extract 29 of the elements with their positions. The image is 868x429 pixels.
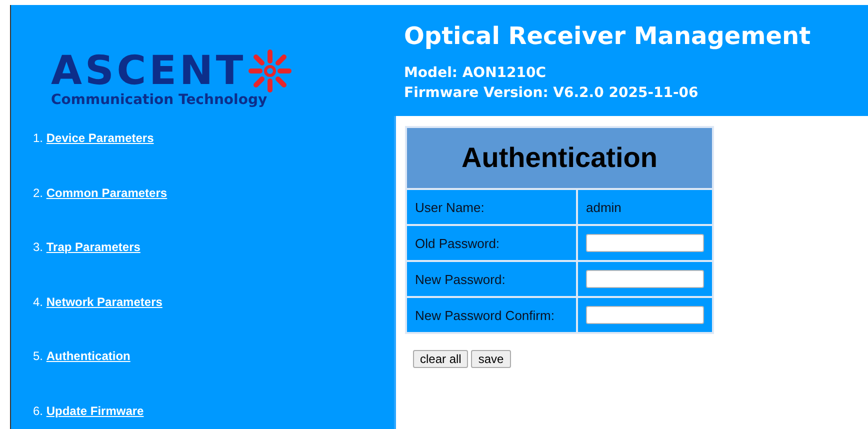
asterisk-logo-icon	[248, 49, 292, 93]
sidebar-link[interactable]: Trap Parameters	[46, 240, 140, 254]
item-number: 3.	[33, 240, 44, 254]
form-button[interactable]: clear all	[413, 350, 468, 368]
page-title: Optical Receiver Management	[404, 21, 812, 52]
field-label: Old Password:	[406, 225, 577, 261]
sidebar-link[interactable]: Update Firmware	[46, 404, 144, 418]
sidebar-link[interactable]: Network Parameters	[46, 294, 162, 309]
sidebar-link[interactable]: Device Parameters	[46, 131, 154, 145]
item-number: 1.	[33, 131, 44, 145]
logo-wordmark: ASCENT	[51, 49, 246, 93]
item-number: 5.	[33, 349, 44, 364]
password-field[interactable]	[586, 234, 704, 252]
field-label: New Password Confirm:	[406, 297, 577, 333]
item-number: 2.	[33, 186, 44, 200]
firmware-version-label: Firmware Version: V6.2.0 2025-11-06	[404, 84, 700, 103]
form-button[interactable]: save	[471, 350, 511, 368]
sidebar-link[interactable]: Authentication	[46, 349, 130, 364]
item-number: 6.	[33, 404, 44, 418]
model-label: Model: AON1210C	[404, 64, 548, 83]
field-label: User Name:	[406, 189, 577, 225]
item-number: 4.	[33, 294, 44, 309]
password-field[interactable]	[586, 270, 704, 288]
field-value: admin	[577, 189, 713, 225]
sidebar-link[interactable]: Common Parameters	[46, 186, 168, 200]
table-title: Authentication	[406, 127, 713, 189]
logo-tagline: Communication Technology	[51, 92, 268, 108]
field-label: New Password:	[406, 261, 577, 297]
password-field[interactable]	[586, 306, 704, 324]
